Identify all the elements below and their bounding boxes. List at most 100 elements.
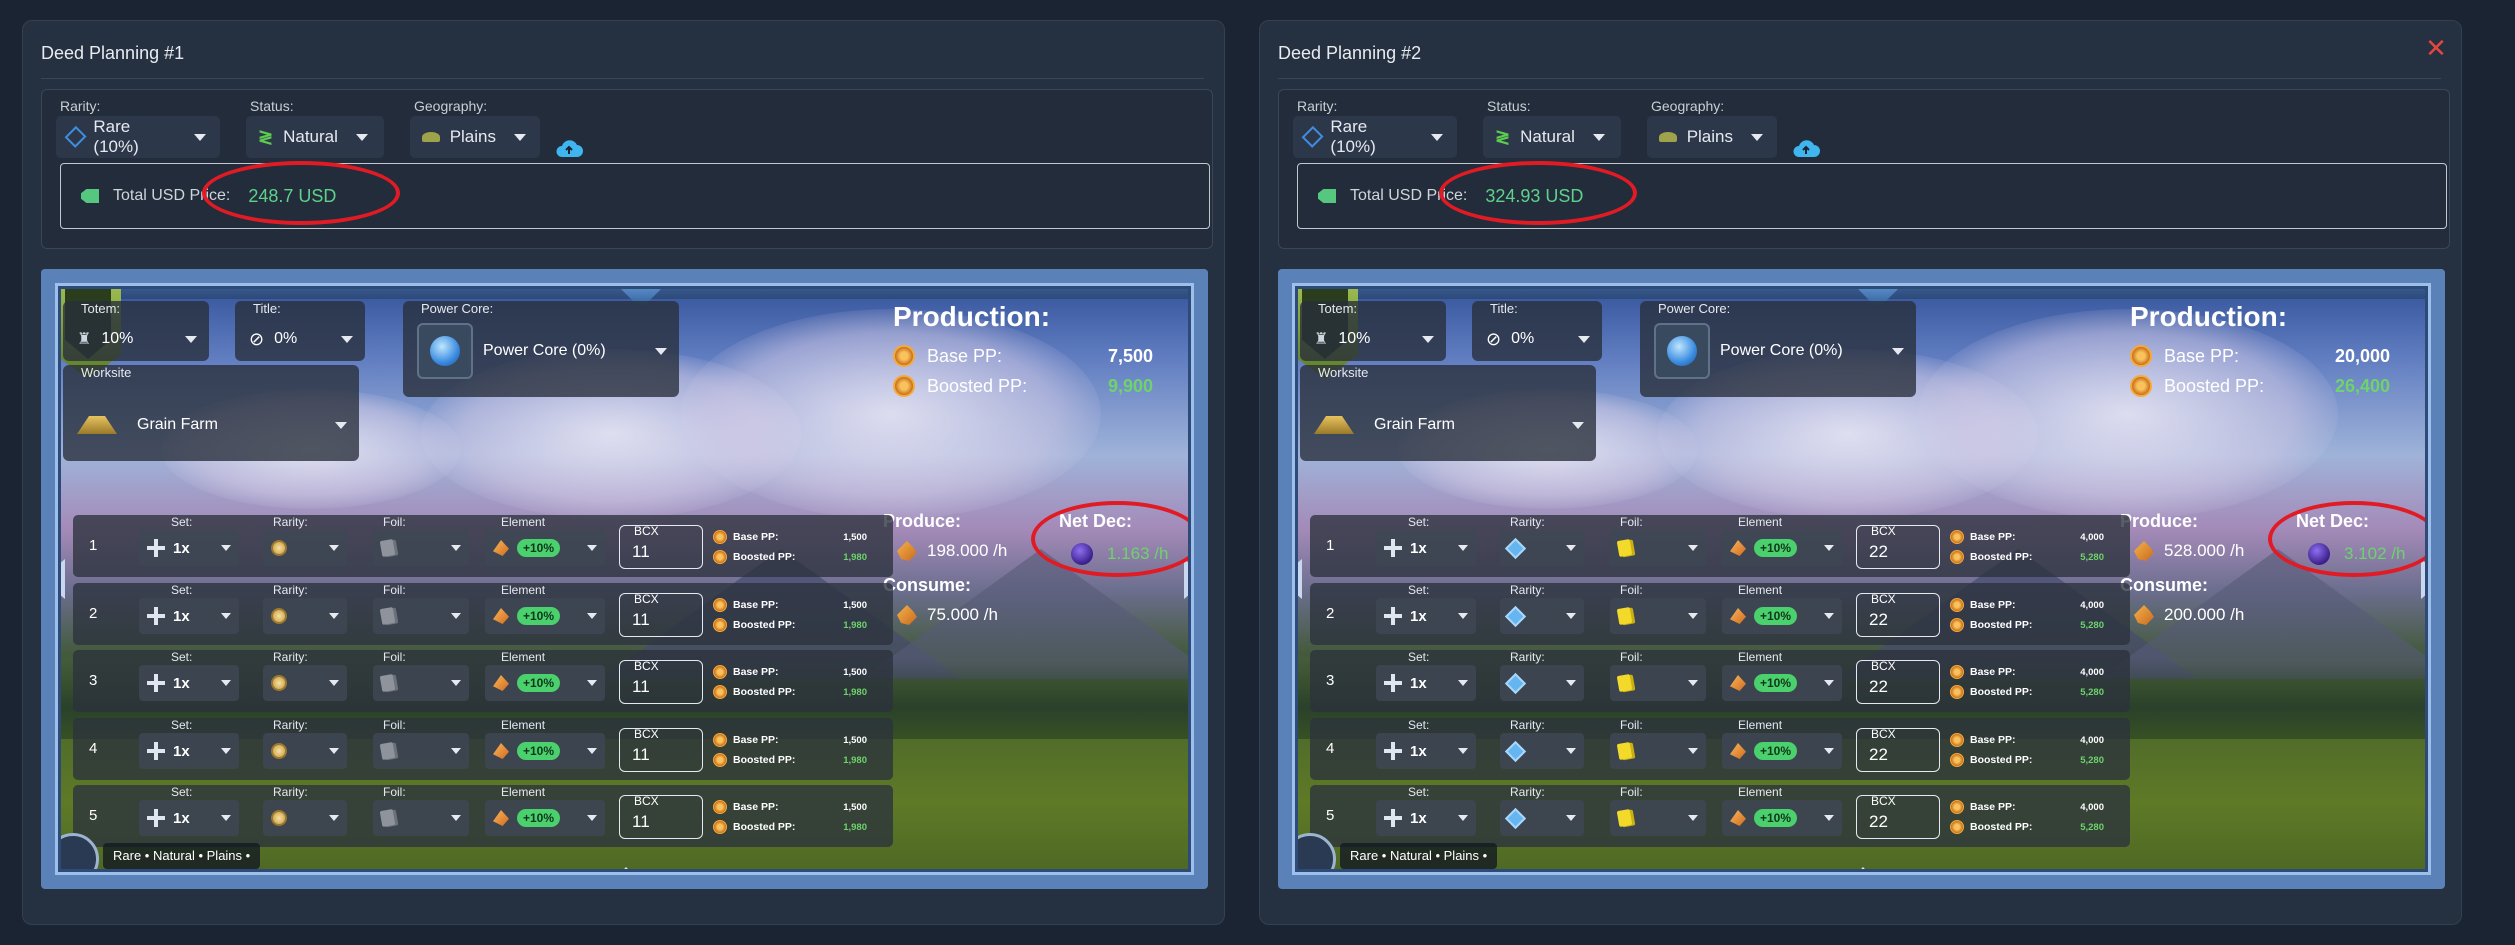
bcx-value: 11 — [632, 542, 650, 561]
bcx-input[interactable]: BCX 11 — [619, 727, 703, 772]
card-boosted-pp-value: 1,980 — [843, 686, 867, 698]
bcx-value: 22 — [1869, 812, 1888, 831]
element-bonus-badge: +10% — [517, 539, 561, 557]
bcx-input[interactable]: BCX 11 — [619, 592, 703, 637]
close-icon[interactable]: ✕ — [2421, 33, 2451, 63]
card-base-pp-label: Base PP: — [1970, 531, 2016, 543]
net-dec-row: 3.102 /h — [2308, 543, 2405, 565]
card-boosted-pp-label: Boosted PP: — [733, 686, 796, 698]
chevron-down-icon — [1422, 335, 1434, 343]
card-base-pp-label: Base PP: — [1970, 734, 2016, 746]
plains-icon — [1659, 132, 1677, 142]
boosted-pp-label: Boosted PP: — [927, 375, 1028, 396]
bcx-value: 11 — [632, 610, 650, 629]
bcx-input[interactable]: BCX 11 — [619, 659, 703, 704]
card-base-pp-label: Base PP: — [1970, 599, 2016, 611]
element-icon — [493, 608, 509, 624]
bcx-input[interactable]: BCX 22 — [1856, 794, 1940, 839]
element-select[interactable]: +10% — [485, 665, 605, 701]
card-base-pp-label: Base PP: — [733, 666, 779, 678]
production-icon — [713, 753, 727, 767]
panel-title: Deed Planning #1 — [41, 43, 185, 63]
card-base-pp-row: Base PP: 4,000 — [1950, 797, 2104, 817]
card-pp-block: Base PP: 1,500 Boosted PP: 1,980 — [713, 527, 867, 567]
card-boosted-pp-row: Boosted PP: 1,980 — [713, 817, 867, 837]
element-select[interactable]: +10% — [1722, 665, 1842, 701]
bcx-label: BCX — [1871, 524, 1896, 538]
chevron-down-icon — [1824, 748, 1834, 754]
card-base-pp-label: Base PP: — [1970, 666, 2016, 678]
status-select[interactable]: ≷ Natural — [1483, 116, 1621, 158]
power-core-label: Power Core: — [421, 301, 494, 316]
cloud-upload-icon[interactable] — [554, 137, 584, 161]
production-title: Production: — [2130, 301, 2288, 332]
card-base-pp-value: 4,000 — [2080, 734, 2104, 746]
element-select[interactable]: +10% — [485, 530, 605, 566]
geography-select[interactable]: Plains — [410, 116, 540, 158]
production-icon — [1950, 820, 1964, 834]
rarity-field: Rarity: Rare (10%) — [56, 98, 220, 158]
element-select[interactable]: +10% — [1722, 598, 1842, 634]
title-value: 0% — [1511, 330, 1535, 347]
produce-row: 198.000 /h — [897, 541, 1007, 561]
element-select[interactable]: +10% — [485, 598, 605, 634]
status-field: Status: ≷ Natural — [246, 98, 384, 158]
grain-farm-icon — [77, 416, 117, 434]
rarity-select[interactable]: Rare (10%) — [56, 116, 220, 158]
worksite-select[interactable]: Worksite Grain Farm — [1300, 365, 1596, 461]
geography-field: Geography: Plains — [410, 98, 540, 158]
rarity-select[interactable]: Rare (10%) — [1293, 116, 1457, 158]
produce-row: 528.000 /h — [2134, 541, 2244, 561]
title-select[interactable]: Title: ⊘ 0% — [1472, 301, 1602, 361]
price-value: 324.93 USD — [1485, 185, 1584, 206]
totem-select[interactable]: Totem: ♜ 10% — [63, 301, 209, 361]
element-select[interactable]: +10% — [1722, 800, 1842, 836]
geography-select[interactable]: Plains — [1647, 116, 1777, 158]
card-row: 2 Set: 1x Rarity: Foil: Element +10% BCX… — [1310, 583, 2130, 645]
bcx-input[interactable]: BCX 22 — [1856, 727, 1940, 772]
bcx-input[interactable]: BCX 11 — [619, 794, 703, 839]
card-boosted-pp-label: Boosted PP: — [1970, 821, 2033, 833]
net-dec-value: 3.102 /h — [2344, 544, 2406, 563]
deed-config-box: Rarity: Rare (10%) Status: ≷ Natural Geo… — [1278, 89, 2450, 249]
bcx-input[interactable]: BCX 22 — [1856, 592, 1940, 637]
cloud-upload-icon[interactable] — [1791, 137, 1821, 161]
element-select[interactable]: +10% — [1722, 530, 1842, 566]
element-select[interactable]: +10% — [485, 800, 605, 836]
power-core-select[interactable]: Power Core: Power Core (0%) — [1640, 301, 1916, 397]
element-select[interactable]: +10% — [1722, 733, 1842, 769]
scene-cloud — [681, 309, 1101, 519]
card-pp-block: Base PP: 1,500 Boosted PP: 1,980 — [713, 662, 867, 702]
card-boosted-pp-label: Boosted PP: — [733, 754, 796, 766]
net-dec-value: 1.163 /h — [1107, 544, 1169, 563]
bcx-input[interactable]: BCX 22 — [1856, 659, 1940, 704]
worksite-select[interactable]: Worksite Grain Farm — [63, 365, 359, 461]
card-base-pp-row: Base PP: 4,000 — [1950, 730, 2104, 750]
power-core-select[interactable]: Power Core: Power Core (0%) — [403, 301, 679, 397]
card-boosted-pp-row: Boosted PP: 1,980 — [713, 547, 867, 567]
card-boosted-pp-row: Boosted PP: 5,280 — [1950, 750, 2104, 770]
card-base-pp-label: Base PP: — [1970, 801, 2016, 813]
card-boosted-pp-label: Boosted PP: — [1970, 619, 2033, 631]
card-base-pp-value: 1,500 — [843, 599, 867, 611]
element-select[interactable]: +10% — [485, 733, 605, 769]
bcx-input[interactable]: BCX 22 — [1856, 524, 1940, 569]
bcx-input[interactable]: BCX 11 — [619, 524, 703, 569]
bcx-label: BCX — [634, 524, 659, 538]
card-base-pp-label: Base PP: — [733, 599, 779, 611]
card-boosted-pp-value: 1,980 — [843, 619, 867, 631]
title-value: 0% — [274, 330, 298, 347]
element-bonus-badge: +10% — [517, 809, 561, 827]
bcx-value: 22 — [1869, 542, 1888, 561]
title-select[interactable]: Title: ⊘ 0% — [235, 301, 365, 361]
total-price-box: Total USD Price: 324.93 USD — [1297, 163, 2447, 229]
card-boosted-pp-label: Boosted PP: — [1970, 686, 2033, 698]
status-select[interactable]: ≷ Natural — [246, 116, 384, 158]
card-base-pp-value: 1,500 — [843, 666, 867, 678]
card-row: 4 Set: 1x Rarity: Foil: Element +10% BCX… — [73, 718, 893, 780]
chevron-down-icon — [655, 347, 667, 355]
totem-select[interactable]: Totem: ♜ 10% — [1300, 301, 1446, 361]
card-base-pp-value: 4,000 — [2080, 531, 2104, 543]
chevron-down-icon — [1572, 421, 1584, 429]
base-pp-label: Base PP: — [927, 345, 1003, 366]
